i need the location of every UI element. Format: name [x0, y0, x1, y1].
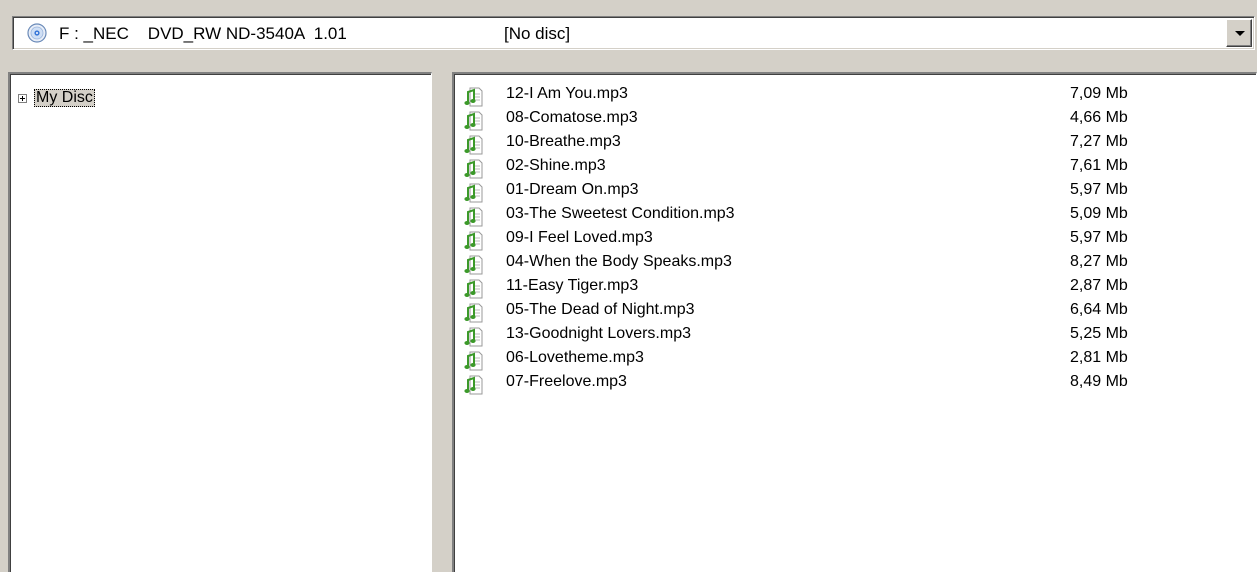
cd-drive-icon [27, 23, 47, 43]
file-name: 07-Freelove.mp3 [506, 373, 627, 390]
file-name: 13-Goodnight Lovers.mp3 [506, 325, 691, 342]
music-file-icon [464, 111, 483, 131]
drive-dropdown-button[interactable] [1226, 19, 1252, 47]
music-file-icon [464, 231, 483, 251]
file-row[interactable]: 04-When the Body Speaks.mp3 8,27 Mb [464, 252, 1244, 276]
music-file-icon [464, 303, 483, 323]
file-name: 10-Breathe.mp3 [506, 133, 621, 150]
file-size: 2,81 Mb [1070, 349, 1128, 366]
file-name: 08-Comatose.mp3 [506, 109, 638, 126]
file-name: 04-When the Body Speaks.mp3 [506, 253, 732, 270]
music-file-icon [464, 207, 483, 227]
file-size: 5,97 Mb [1070, 181, 1128, 198]
folder-tree-pane[interactable]: My Disc [8, 72, 432, 572]
music-file-icon [464, 159, 483, 179]
file-size: 4,66 Mb [1070, 109, 1128, 126]
file-name: 06-Lovetheme.mp3 [506, 349, 644, 366]
file-size: 5,97 Mb [1070, 229, 1128, 246]
file-name: 09-I Feel Loved.mp3 [506, 229, 653, 246]
file-size: 8,27 Mb [1070, 253, 1128, 270]
file-row[interactable]: 03-The Sweetest Condition.mp3 5,09 Mb [464, 204, 1244, 228]
file-name: 05-The Dead of Night.mp3 [506, 301, 695, 318]
file-name: 11-Easy Tiger.mp3 [506, 277, 639, 294]
chevron-down-icon [1235, 31, 1245, 36]
file-row[interactable]: 01-Dream On.mp3 5,97 Mb [464, 180, 1244, 204]
file-row[interactable]: 02-Shine.mp3 7,61 Mb [464, 156, 1244, 180]
file-size: 2,87 Mb [1070, 277, 1128, 294]
file-size: 7,27 Mb [1070, 133, 1128, 150]
music-file-icon [464, 279, 483, 299]
file-size: 7,61 Mb [1070, 157, 1128, 174]
drive-selector[interactable]: F : _NEC DVD_RW ND-3540A 1.01 [No disc] [12, 16, 1255, 50]
file-name: 12-I Am You.mp3 [506, 85, 628, 102]
file-row[interactable]: 09-I Feel Loved.mp3 5,97 Mb [464, 228, 1244, 252]
music-file-icon [464, 255, 483, 275]
file-name: 01-Dream On.mp3 [506, 181, 639, 198]
file-size: 5,25 Mb [1070, 325, 1128, 342]
file-size: 6,64 Mb [1070, 301, 1128, 318]
file-row[interactable]: 10-Breathe.mp3 7,27 Mb [464, 132, 1244, 156]
file-size: 7,09 Mb [1070, 85, 1128, 102]
drive-label: F : _NEC DVD_RW ND-3540A 1.01 [59, 24, 347, 43]
file-name: 03-The Sweetest Condition.mp3 [506, 205, 735, 222]
disc-status: [No disc] [504, 24, 571, 43]
tree-node-label[interactable]: My Disc [34, 89, 95, 107]
file-row[interactable]: 11-Easy Tiger.mp3 2,87 Mb [464, 276, 1244, 300]
file-size: 5,09 Mb [1070, 205, 1128, 222]
file-row[interactable]: 05-The Dead of Night.mp3 6,64 Mb [464, 300, 1244, 324]
file-row[interactable]: 06-Lovetheme.mp3 2,81 Mb [464, 348, 1244, 372]
music-file-icon [464, 351, 483, 371]
file-size: 8,49 Mb [1070, 373, 1128, 390]
music-file-icon [464, 327, 483, 347]
file-list-pane[interactable]: 12-I Am You.mp3 7,09 Mb 08-Comatose.mp3 … [452, 72, 1257, 572]
file-row[interactable]: 07-Freelove.mp3 8,49 Mb [464, 372, 1244, 396]
music-file-icon [464, 375, 483, 395]
file-name: 02-Shine.mp3 [506, 157, 606, 174]
music-file-icon [464, 135, 483, 155]
expand-plus-icon[interactable] [18, 94, 27, 103]
file-row[interactable]: 13-Goodnight Lovers.mp3 5,25 Mb [464, 324, 1244, 348]
file-row[interactable]: 12-I Am You.mp3 7,09 Mb [464, 84, 1244, 108]
file-row[interactable]: 08-Comatose.mp3 4,66 Mb [464, 108, 1244, 132]
music-file-icon [464, 183, 483, 203]
music-file-icon [464, 87, 483, 107]
